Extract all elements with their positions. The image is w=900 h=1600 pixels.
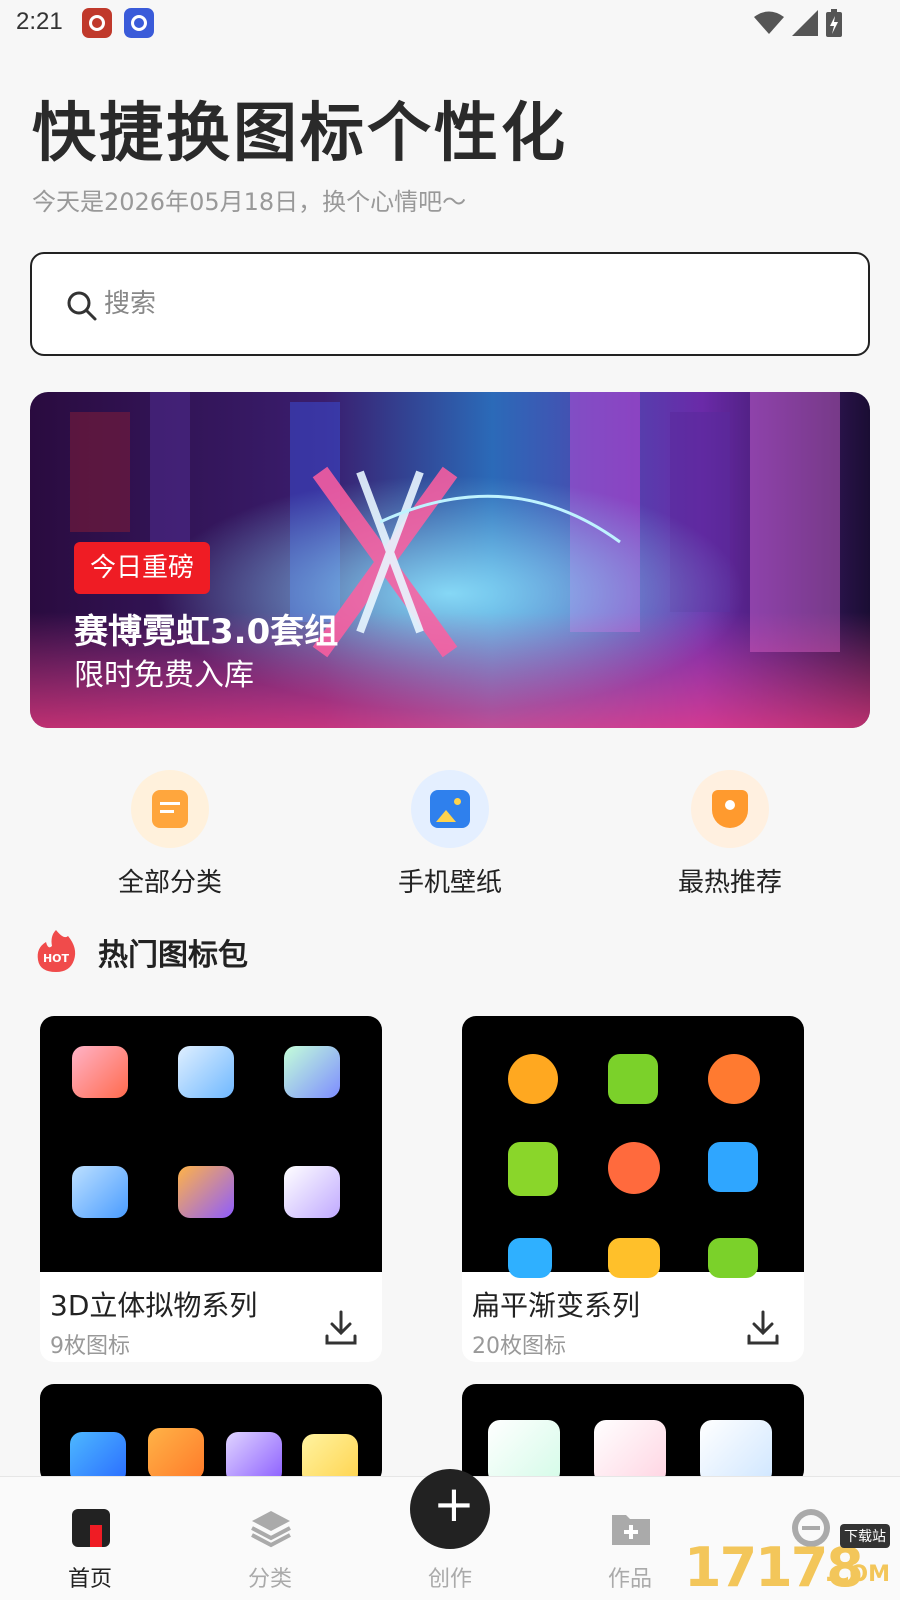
nav-label: 分类: [247, 1567, 292, 1592]
pack-name: 3D立体拟物系列: [50, 1289, 258, 1322]
banner-title: 赛博霓虹3.0套组: [74, 612, 339, 652]
watermark-badge: 下载站: [840, 1524, 890, 1548]
hot-flame-icon: HOT: [37, 930, 76, 972]
entry-all-categories[interactable]: 全部分类: [90, 770, 250, 900]
download-icon[interactable]: [324, 1310, 358, 1346]
wallet-icon: [148, 1428, 204, 1480]
nav-label: 作品: [607, 1567, 652, 1592]
nav-works[interactable]: 作品: [570, 1477, 690, 1600]
layers-icon: [251, 1511, 291, 1548]
download-icon[interactable]: [746, 1310, 780, 1346]
briefcase-icon: [608, 1238, 660, 1278]
nav-label: 首页: [67, 1567, 112, 1592]
3d-icon: [72, 1166, 128, 1218]
pack-count: 9枚图标: [50, 1334, 130, 1359]
camera-icon: [708, 1238, 758, 1278]
create-button[interactable]: +: [410, 1469, 490, 1549]
trophy-icon: [691, 770, 769, 848]
battery-icon: [826, 9, 842, 37]
folder-plus-icon: [612, 1515, 650, 1545]
chat-icon: [508, 1054, 558, 1104]
page-title: 快捷换图标个性化: [32, 97, 568, 171]
note-check-icon: [608, 1054, 658, 1104]
image-icon: [411, 770, 489, 848]
watermark-suffix: .COM: [824, 1562, 890, 1587]
3d-icon: [284, 1166, 340, 1218]
status-time: 2:21: [16, 8, 63, 35]
pack-name: 扁平渐变系列: [472, 1289, 641, 1322]
database-icon: [700, 1420, 772, 1484]
pack-card-4[interactable]: [462, 1384, 804, 1484]
3d-icon: [178, 1166, 234, 1218]
nav-home[interactable]: 首页: [30, 1477, 150, 1600]
nav-label: 创作: [427, 1567, 472, 1592]
target-icon: [608, 1142, 660, 1194]
clipboard-icon: [131, 770, 209, 848]
pack-preview: [462, 1016, 804, 1278]
banner-subtitle: 限时免费入库: [74, 658, 254, 693]
pack-card-flat-gradient[interactable]: 扁平渐变系列 20枚图标: [462, 1016, 804, 1362]
signal-icon: [792, 10, 818, 36]
3d-icon: [178, 1046, 234, 1098]
pack-card-3[interactable]: [40, 1384, 382, 1484]
plus-icon: +: [433, 1475, 475, 1533]
pack-preview: [40, 1384, 382, 1484]
banner-tag: 今日重磅: [74, 542, 211, 594]
wifi-icon: [754, 11, 784, 34]
entry-label: 最热推荐: [677, 868, 782, 898]
status-indicators: [754, 9, 842, 37]
home-icon: [72, 1509, 110, 1547]
entry-wallpapers[interactable]: 手机壁纸: [370, 770, 530, 900]
nav-category[interactable]: 分类: [210, 1477, 330, 1600]
3d-icon: [284, 1046, 340, 1098]
search-input[interactable]: [104, 282, 804, 326]
pack-card-3d[interactable]: 3D立体拟物系列 9枚图标: [40, 1016, 382, 1362]
3d-icon: [72, 1046, 128, 1098]
search-box[interactable]: [30, 252, 870, 356]
pack-preview: [462, 1384, 804, 1484]
app-notification-icon: [124, 8, 154, 38]
book-icon: [508, 1142, 558, 1196]
section-title: 热门图标包: [98, 938, 248, 973]
entry-label: 手机壁纸: [397, 868, 502, 898]
pack-count: 20枚图标: [472, 1334, 566, 1359]
status-bar: 2:21: [0, 0, 900, 48]
watermark-logo: 17178 下载站 .COM: [684, 1524, 894, 1599]
weibo-app-icon: [82, 8, 112, 38]
search-icon: [67, 291, 97, 321]
hot-badge-text: HOT: [43, 952, 70, 965]
pack-preview: [40, 1016, 382, 1272]
entry-hot-recommend[interactable]: 最热推荐: [650, 770, 810, 900]
featured-banner[interactable]: 今日重磅 赛博霓虹3.0套组 限时免费入库: [30, 392, 870, 728]
help-icon: [708, 1142, 758, 1192]
support-icon: [708, 1054, 760, 1104]
calendar-check-icon: [488, 1420, 560, 1484]
entry-label: 全部分类: [117, 868, 222, 898]
text-icon: [508, 1238, 552, 1278]
page-subtitle: 今天是2026年05月18日，换个心情吧～: [32, 188, 467, 216]
flash-icon: [594, 1420, 666, 1484]
